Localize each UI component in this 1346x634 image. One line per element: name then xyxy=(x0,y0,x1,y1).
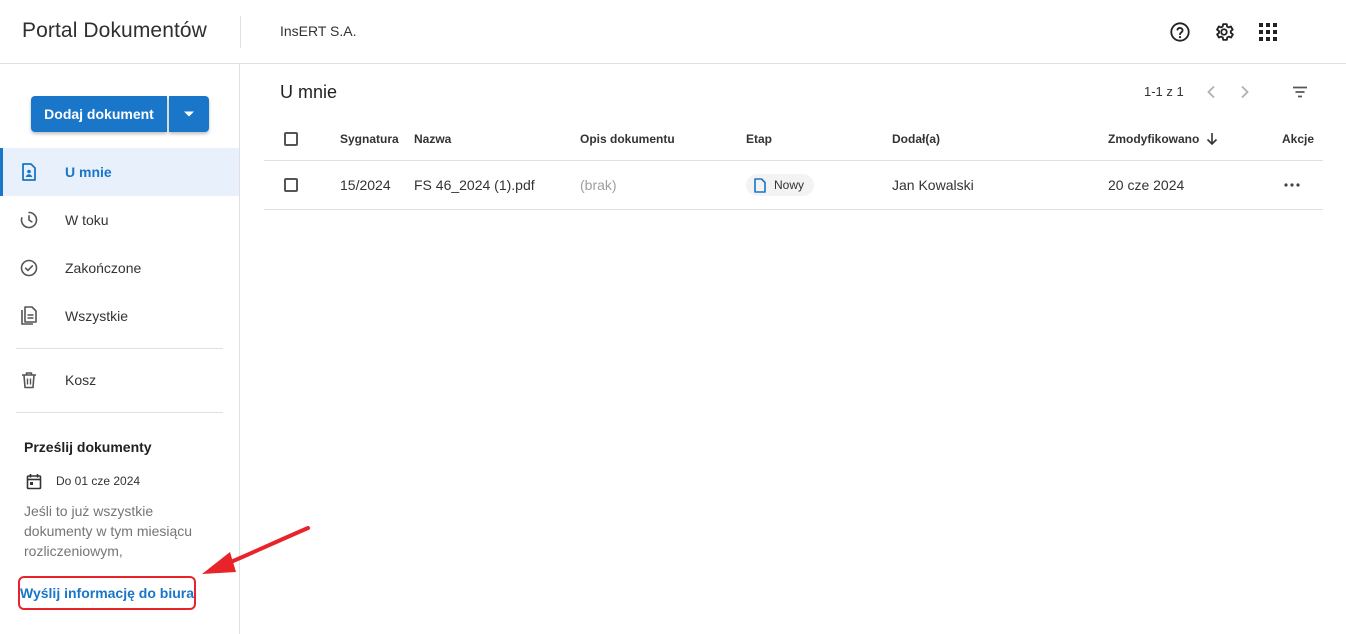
cell-modified: 20 cze 2024 xyxy=(1108,177,1185,193)
filter-button[interactable] xyxy=(1288,80,1312,104)
stage-badge: Nowy xyxy=(746,174,815,196)
gear-icon[interactable] xyxy=(1212,20,1236,44)
caret-down-icon xyxy=(184,111,194,117)
page-title: U mnie xyxy=(280,82,338,102)
send-documents-title: Prześlij dokumenty xyxy=(24,439,152,455)
add-document-button[interactable]: Dodaj dokument xyxy=(31,96,167,132)
cell-stage: Nowy xyxy=(746,161,815,209)
sidebar-divider xyxy=(16,348,223,349)
document-icon xyxy=(754,177,768,193)
topbar-divider xyxy=(240,16,241,48)
sidebar-item-label: U mnie xyxy=(65,164,112,180)
cell-actions xyxy=(1280,161,1304,209)
send-info-to-office-link[interactable]: Wyślij informację do biura xyxy=(18,576,196,610)
annotation-arrow-icon xyxy=(202,526,310,574)
row-checkbox-cell xyxy=(284,161,298,209)
sidebar-item-w-toku[interactable]: W toku xyxy=(0,196,239,244)
sidebar-item-label: Zakończone xyxy=(65,260,142,276)
sidebar-item-kosz[interactable]: Kosz xyxy=(0,356,239,404)
help-icon[interactable] xyxy=(1168,20,1192,44)
cell-added-by: Jan Kowalski xyxy=(892,177,974,193)
pagination-info: 1-1 z 1 xyxy=(1144,84,1184,99)
column-header-actions: Akcje xyxy=(1282,132,1315,146)
cell-name[interactable]: FS 46_2024 (1).pdf xyxy=(414,161,535,209)
row-checkbox[interactable] xyxy=(284,178,298,192)
sidebar-item-u-mnie[interactable]: U mnie xyxy=(0,148,239,196)
clock-icon xyxy=(19,210,39,230)
sidebar-item-label: Kosz xyxy=(65,372,97,388)
select-all-checkbox[interactable] xyxy=(284,132,298,146)
column-header-description[interactable]: Opis dokumentu xyxy=(580,118,675,160)
table-header: Sygnatura Nazwa Opis dokumentu Etap Doda… xyxy=(264,118,1323,161)
column-header-added-by[interactable]: Dodał(a) xyxy=(892,118,940,160)
column-header-modified-label: Zmodyfikowano xyxy=(1108,132,1200,146)
select-all-checkbox-cell xyxy=(284,118,298,160)
apps-grid-icon[interactable] xyxy=(1256,20,1280,44)
previous-page-button[interactable] xyxy=(1199,80,1223,104)
add-document-button-group: Dodaj dokument xyxy=(31,96,209,132)
stage-label: Nowy xyxy=(774,178,805,192)
app-title: Portal Dokumentów xyxy=(22,19,207,42)
calendar-icon xyxy=(24,471,44,491)
person-document-icon xyxy=(19,162,39,182)
filter-icon xyxy=(1293,86,1307,98)
next-page-button[interactable] xyxy=(1233,80,1257,104)
column-header-name[interactable]: Nazwa xyxy=(414,118,451,160)
check-circle-icon xyxy=(19,258,39,278)
sidebar-item-wszystkie[interactable]: Wszystkie xyxy=(0,292,239,340)
chevron-left-icon xyxy=(1207,85,1215,99)
top-bar: Portal Dokumentów InsERT S.A. xyxy=(0,0,1346,64)
documents-table: Sygnatura Nazwa Opis dokumentu Etap Doda… xyxy=(264,118,1323,210)
deadline: Do 01 cze 2024 xyxy=(24,471,140,491)
documents-icon xyxy=(19,306,39,326)
company-name[interactable]: InsERT S.A. xyxy=(280,23,357,39)
column-header-stage[interactable]: Etap xyxy=(746,118,772,160)
more-actions-button[interactable] xyxy=(1280,173,1304,197)
sidebar-item-zakonczone[interactable]: Zakończone xyxy=(0,244,239,292)
table-row[interactable]: 15/2024 FS 46_2024 (1).pdf (brak) Nowy J… xyxy=(264,161,1323,210)
sidebar-divider xyxy=(16,412,223,413)
sidebar-item-label: W toku xyxy=(65,212,109,228)
arrow-down-icon xyxy=(1207,133,1218,146)
add-document-dropdown-button[interactable] xyxy=(169,96,209,132)
column-header-modified[interactable]: Zmodyfikowano xyxy=(1108,118,1218,160)
cell-description: (brak) xyxy=(580,177,617,193)
sidebar-item-label: Wszystkie xyxy=(65,308,128,324)
cell-signature: 15/2024 xyxy=(340,177,391,193)
trash-icon xyxy=(19,370,39,390)
deadline-text: Do 01 cze 2024 xyxy=(56,474,141,488)
column-header-signature[interactable]: Sygnatura xyxy=(340,118,399,160)
more-horizontal-icon xyxy=(1284,183,1300,187)
chevron-right-icon xyxy=(1241,85,1249,99)
